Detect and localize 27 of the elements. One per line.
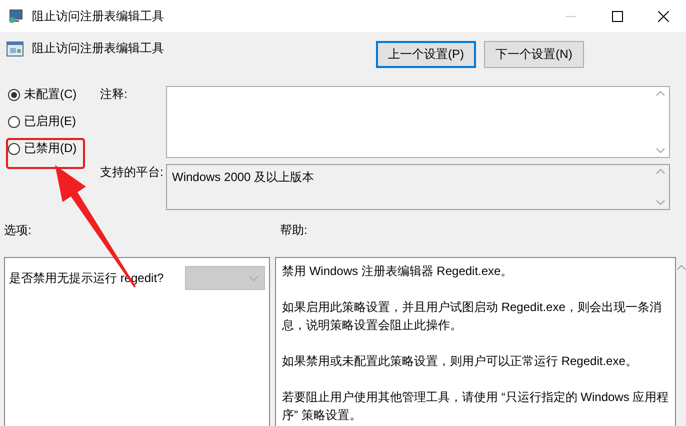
previous-setting-button[interactable]: 上一个设置(P) (376, 41, 476, 68)
policy-title: 阻止访问注册表编辑工具 (32, 40, 164, 57)
maximize-icon[interactable] (612, 10, 622, 22)
state-radio[interactable]: 已启用(E) (8, 113, 92, 130)
scroll-up-icon[interactable] (676, 265, 686, 270)
help-label: 帮助: (280, 222, 308, 239)
help-paragraph: 禁用 Windows 注册表编辑器 Regedit.exe。 (282, 263, 514, 280)
window-title: 阻止访问注册表编辑工具 (32, 8, 164, 24)
scroll-down-icon[interactable] (656, 200, 665, 205)
close-icon[interactable] (658, 10, 668, 22)
caret-icon (249, 276, 258, 280)
options-label: 选项: (4, 223, 32, 237)
help-paragraph: 如果启用此策略设置，并且用户试图启动 Regedit.exe，则会出现一条消息，说明策略设置会阻止此操作。 (282, 299, 662, 334)
state-radio[interactable]: 未配置(C) (8, 86, 92, 103)
help-paragraph: 若要阻止用户使用其他管理工具，请使用 “只运行指定的 Windows 应用程序” 策略设置。 (282, 389, 669, 424)
platform-label: 支持的平台: (99, 164, 164, 181)
comment-field[interactable] (166, 86, 670, 158)
comment-label: 注释: (99, 86, 128, 103)
settings-window-icon (6, 40, 24, 58)
computer-icon (8, 8, 24, 24)
next-setting-button[interactable]: 下一个设置(N) (484, 41, 584, 68)
help-paragraph: 如果禁用或未配置此策略设置，则用户可以正常运行 Regedit.exe。 (282, 353, 638, 370)
scroll-down-icon[interactable] (656, 148, 665, 153)
state-radio[interactable]: 已禁用(D) (8, 140, 92, 157)
platform-field: Windows 2000 及以上版本 (166, 164, 670, 210)
scroll-up-icon[interactable] (656, 169, 665, 174)
scroll-up-icon[interactable] (656, 91, 665, 96)
